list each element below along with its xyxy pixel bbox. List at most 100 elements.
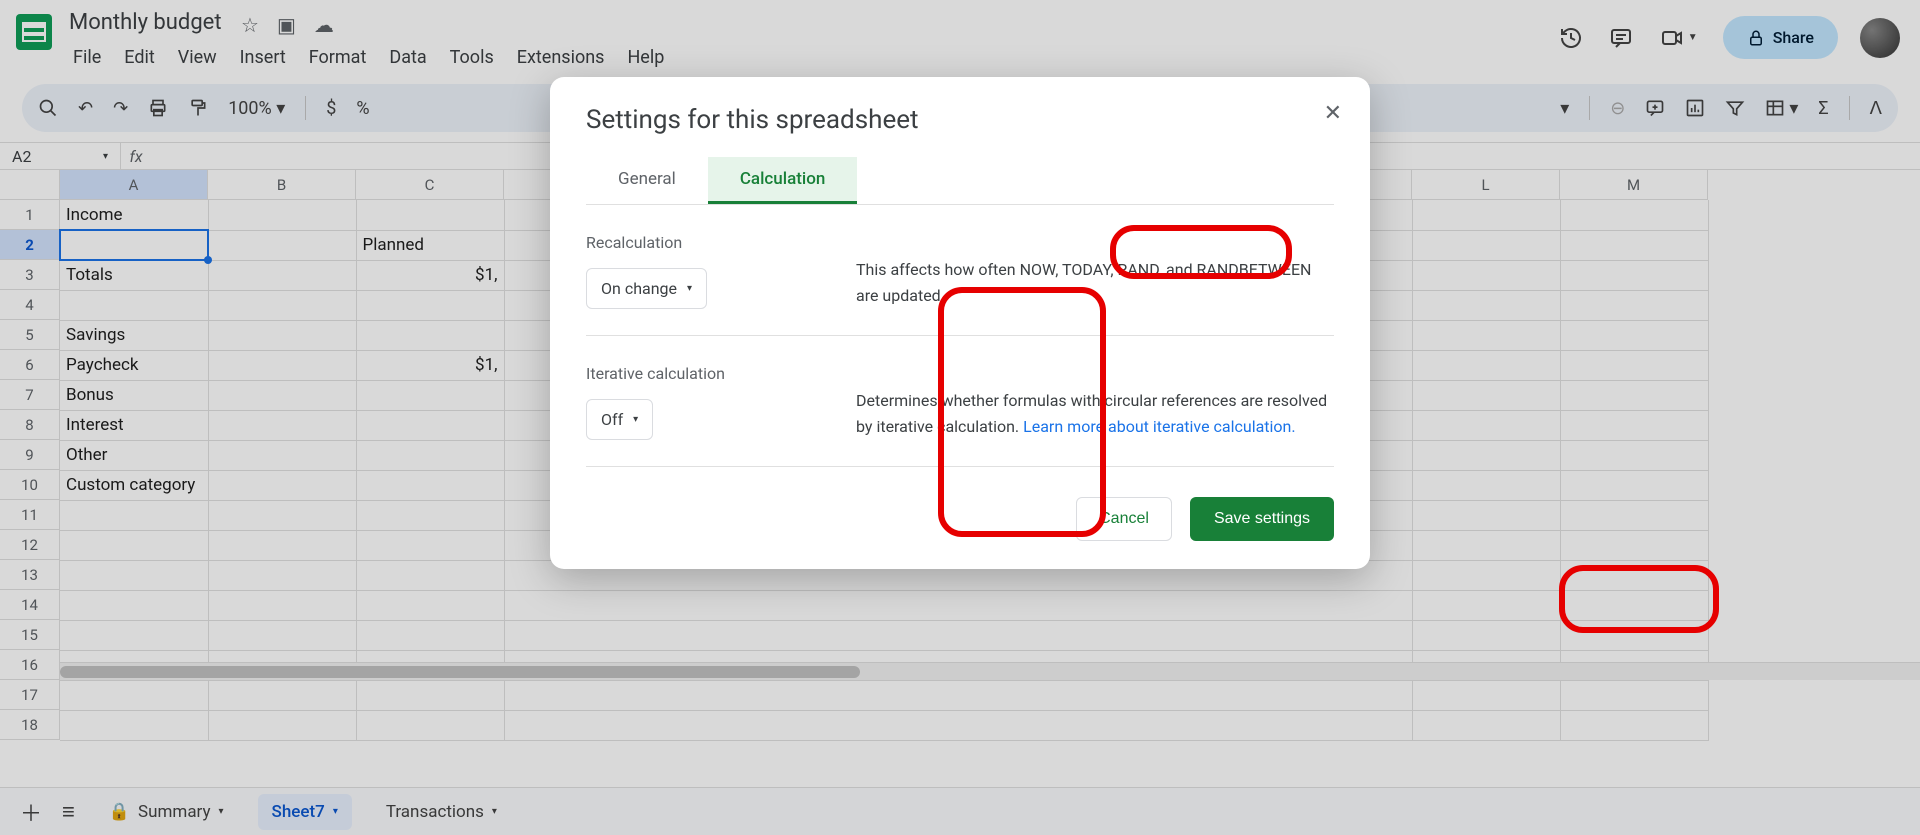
all-sheets-button[interactable]: ≡ <box>62 799 75 825</box>
cell-C7[interactable] <box>356 380 504 410</box>
col-header-B[interactable]: B <box>208 170 356 200</box>
zoom-select[interactable]: 100% ▾ <box>228 98 285 119</box>
cell-M9[interactable] <box>1560 440 1708 470</box>
cell-M4[interactable] <box>1560 290 1708 320</box>
cell-M3[interactable] <box>1560 260 1708 290</box>
cell-C1[interactable] <box>356 200 504 230</box>
cell-A8[interactable]: Interest <box>60 410 208 440</box>
cell-B8[interactable] <box>208 410 356 440</box>
star-icon[interactable]: ☆ <box>241 13 259 37</box>
cell-K15[interactable] <box>1264 620 1412 650</box>
currency-format[interactable]: $ <box>326 98 336 119</box>
menu-insert[interactable]: Insert <box>230 41 296 74</box>
cell-M15[interactable] <box>1560 620 1708 650</box>
row-header-5[interactable]: 5 <box>0 320 60 350</box>
cell-C11[interactable] <box>356 500 504 530</box>
row-header-11[interactable]: 11 <box>0 500 60 530</box>
search-menus-icon[interactable] <box>38 98 58 118</box>
tab-calculation[interactable]: Calculation <box>708 157 858 204</box>
cell-M17[interactable] <box>1560 680 1708 710</box>
cell-A6[interactable]: Paycheck <box>60 350 208 380</box>
cell-A14[interactable] <box>60 590 208 620</box>
cell-C13[interactable] <box>356 560 504 590</box>
cell-M13[interactable] <box>1560 560 1708 590</box>
cell-B13[interactable] <box>208 560 356 590</box>
row-header-12[interactable]: 12 <box>0 530 60 560</box>
sheet-tab-sheet7[interactable]: Sheet7 ▾ <box>258 794 352 830</box>
share-button[interactable]: Share <box>1723 16 1838 59</box>
toolbar-more-icon[interactable]: ▾ <box>1560 98 1569 119</box>
cell-M7[interactable] <box>1560 380 1708 410</box>
select-all-corner[interactable] <box>0 170 60 200</box>
cell-L12[interactable] <box>1412 530 1560 560</box>
sheet-tab-transactions[interactable]: Transactions ▾ <box>372 794 511 830</box>
row-header-1[interactable]: 1 <box>0 200 60 230</box>
row-header-16[interactable]: 16 <box>0 650 60 680</box>
row-header-18[interactable]: 18 <box>0 710 60 740</box>
cell-M14[interactable] <box>1560 590 1708 620</box>
cell-A3[interactable]: Totals <box>60 260 208 290</box>
cell-B14[interactable] <box>208 590 356 620</box>
cell-K18[interactable] <box>1264 710 1412 740</box>
row-header-17[interactable]: 17 <box>0 680 60 710</box>
collapse-toolbar-icon[interactable]: ᐱ <box>1870 98 1882 119</box>
percent-format[interactable]: % <box>356 98 369 119</box>
cell-A11[interactable] <box>60 500 208 530</box>
cell-L1[interactable] <box>1412 200 1560 230</box>
menu-data[interactable]: Data <box>379 41 436 74</box>
menu-view[interactable]: View <box>168 41 227 74</box>
row-header-7[interactable]: 7 <box>0 380 60 410</box>
account-avatar[interactable] <box>1860 18 1900 58</box>
cell-B4[interactable] <box>208 290 356 320</box>
cell-C5[interactable] <box>356 320 504 350</box>
filter-icon[interactable] <box>1725 98 1745 118</box>
name-box[interactable]: A2▾ <box>0 147 120 166</box>
cell-C4[interactable] <box>356 290 504 320</box>
cell-L4[interactable] <box>1412 290 1560 320</box>
cell-L6[interactable] <box>1412 350 1560 380</box>
col-header-L[interactable]: L <box>1412 170 1560 200</box>
close-button[interactable]: ✕ <box>1324 101 1342 126</box>
cell-B15[interactable] <box>208 620 356 650</box>
cell-K17[interactable] <box>1264 680 1412 710</box>
menu-extensions[interactable]: Extensions <box>507 41 615 74</box>
comments-icon[interactable] <box>1607 24 1635 52</box>
cell-A9[interactable]: Other <box>60 440 208 470</box>
cell-L7[interactable] <box>1412 380 1560 410</box>
link-icon[interactable]: ⊖ <box>1610 98 1625 119</box>
cell-B5[interactable] <box>208 320 356 350</box>
add-comment-icon[interactable] <box>1645 98 1665 118</box>
cell-B3[interactable] <box>208 260 356 290</box>
cell-B7[interactable] <box>208 380 356 410</box>
cell-B2[interactable] <box>208 230 356 260</box>
cell-B12[interactable] <box>208 530 356 560</box>
history-icon[interactable] <box>1557 24 1585 52</box>
row-header-14[interactable]: 14 <box>0 590 60 620</box>
cell-C15[interactable] <box>356 620 504 650</box>
cell-A15[interactable] <box>60 620 208 650</box>
cell-C9[interactable] <box>356 440 504 470</box>
cell-A5[interactable]: Savings <box>60 320 208 350</box>
menu-file[interactable]: File <box>63 41 111 74</box>
horizontal-scrollbar[interactable] <box>60 662 1920 680</box>
sheet-tab-summary[interactable]: 🔒 Summary ▾ <box>95 794 238 830</box>
cell-L13[interactable] <box>1412 560 1560 590</box>
cell-C2[interactable]: Planned <box>356 230 504 260</box>
cell-A18[interactable] <box>60 710 208 740</box>
cell-L9[interactable] <box>1412 440 1560 470</box>
cell-L2[interactable] <box>1412 230 1560 260</box>
cell-M2[interactable] <box>1560 230 1708 260</box>
print-icon[interactable] <box>148 98 168 118</box>
functions-icon[interactable]: Σ <box>1818 98 1828 119</box>
menu-edit[interactable]: Edit <box>114 41 164 74</box>
table-icon[interactable]: ▾ <box>1765 98 1798 119</box>
cell-A12[interactable] <box>60 530 208 560</box>
cell-M5[interactable] <box>1560 320 1708 350</box>
insert-chart-icon[interactable] <box>1685 98 1705 118</box>
row-header-13[interactable]: 13 <box>0 560 60 590</box>
cancel-button[interactable]: Cancel <box>1076 497 1172 541</box>
cell-C8[interactable] <box>356 410 504 440</box>
cell-B18[interactable] <box>208 710 356 740</box>
learn-more-link[interactable]: Learn more about iterative calculation. <box>1023 417 1295 436</box>
cell-A1[interactable]: Income <box>60 200 208 230</box>
